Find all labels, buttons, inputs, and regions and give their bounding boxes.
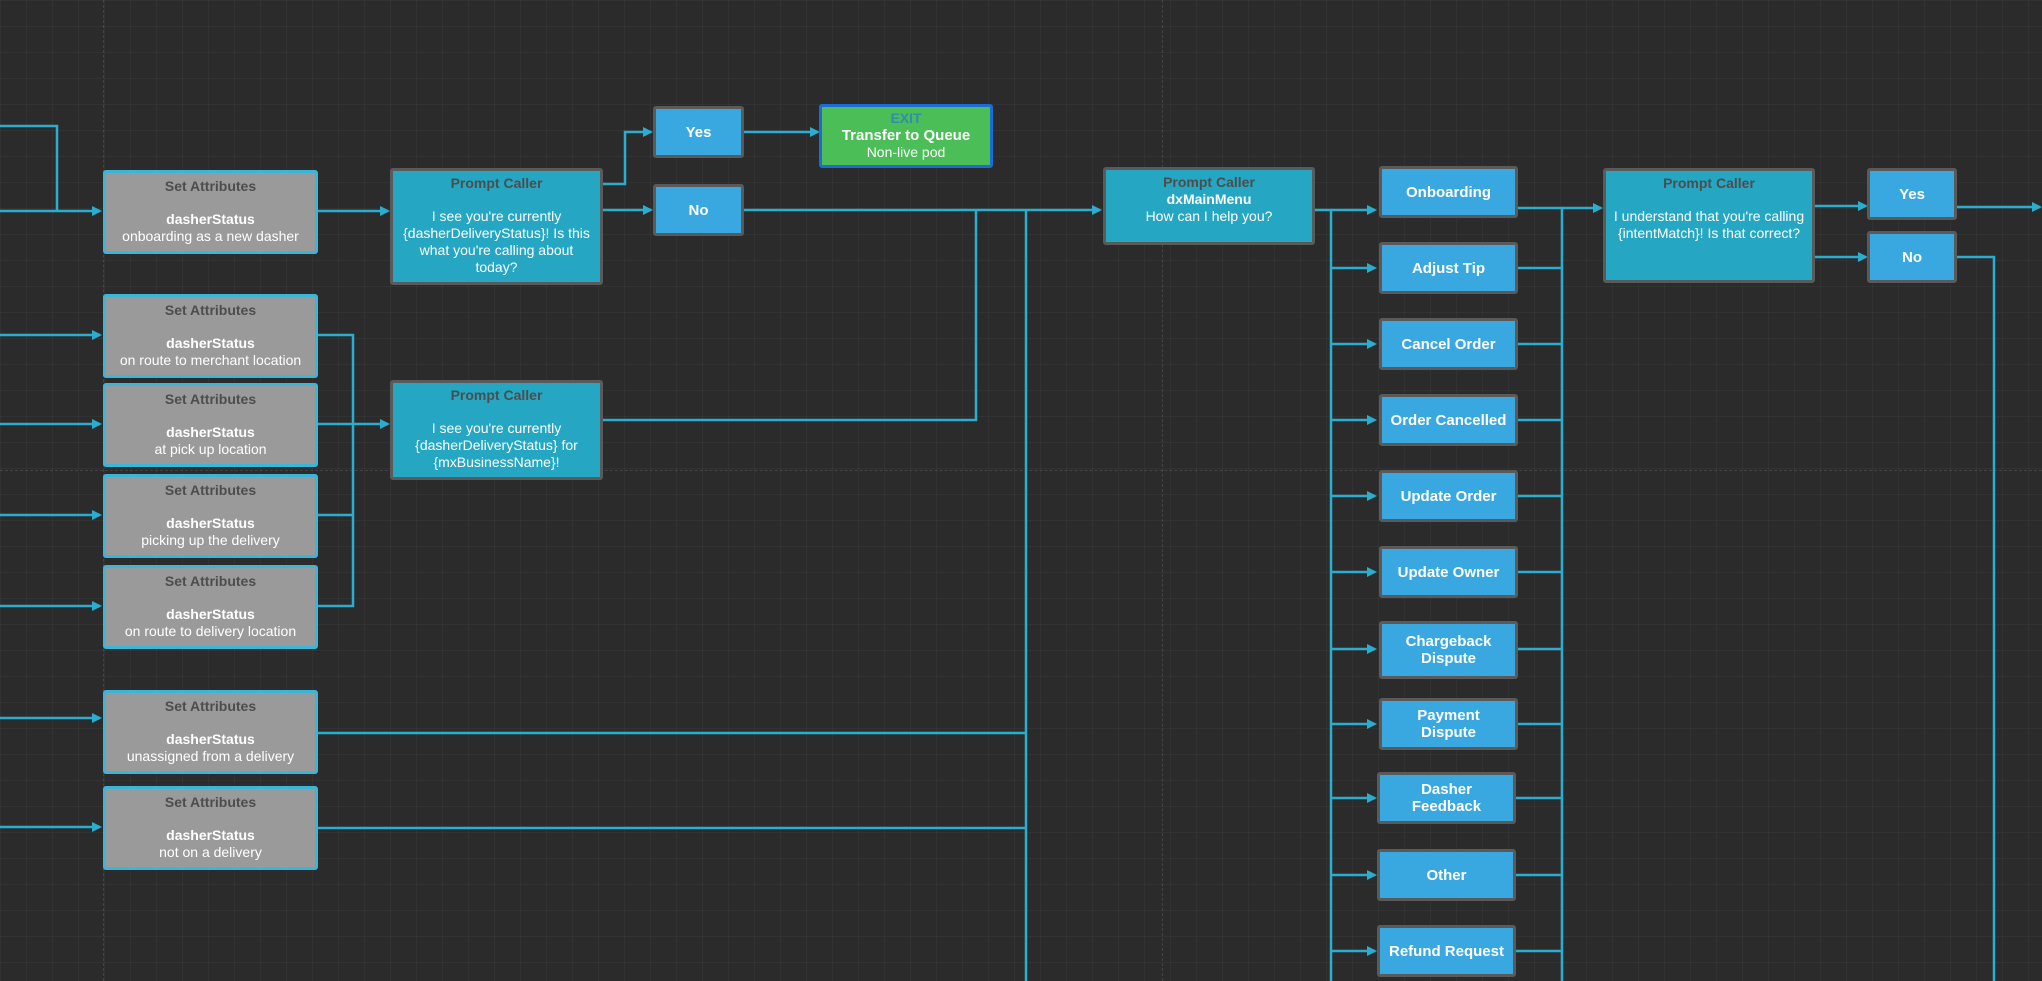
prompt-caller-node[interactable]: Prompt Caller I see you're currently {da… bbox=[390, 168, 603, 285]
connector bbox=[1516, 206, 1564, 981]
exit-transfer-node[interactable]: EXIT Transfer to Queue Non-live pod bbox=[819, 104, 993, 168]
menu-option-dasher-feedback[interactable]: Dasher Feedback bbox=[1377, 772, 1516, 824]
prompt-text: I understand that you're calling {intent… bbox=[1613, 208, 1805, 241]
node-header: Set Attributes bbox=[164, 573, 257, 589]
set-attributes-node[interactable]: Set Attributes dasherStatus on route to … bbox=[103, 565, 318, 649]
menu-option-adjust-tip[interactable]: Adjust Tip bbox=[1379, 242, 1518, 294]
no-branch-button[interactable]: No bbox=[653, 184, 744, 236]
set-attributes-node[interactable]: Set Attributes dasherStatus unassigned f… bbox=[103, 690, 318, 774]
node-header: EXIT bbox=[890, 110, 922, 126]
attribute-key: dasherStatus bbox=[166, 335, 255, 351]
set-attributes-node[interactable]: Set Attributes dasherStatus on route to … bbox=[103, 294, 318, 378]
confirm-intent-prompt-node[interactable]: Prompt Caller I understand that you're c… bbox=[1603, 168, 1815, 283]
attribute-value: onboarding as a new dasher bbox=[122, 228, 299, 244]
node-header: Prompt Caller bbox=[450, 387, 543, 403]
connector bbox=[1315, 208, 1333, 981]
attribute-value: picking up the delivery bbox=[141, 532, 280, 548]
exit-title: Transfer to Queue bbox=[841, 127, 971, 144]
connector bbox=[318, 333, 355, 608]
prompt-text: I see you're currently {dasherDeliverySt… bbox=[403, 208, 590, 275]
attribute-key: dasherStatus bbox=[166, 827, 255, 843]
menu-option-payment-dispute[interactable]: Payment Dispute bbox=[1379, 698, 1518, 750]
attribute-value: unassigned from a delivery bbox=[126, 748, 295, 764]
node-header: Set Attributes bbox=[164, 794, 257, 810]
node-header: Set Attributes bbox=[164, 482, 257, 498]
attribute-key: dasherStatus bbox=[166, 515, 255, 531]
exit-subtitle: Non-live pod bbox=[866, 144, 946, 160]
flow-canvas: Set Attributes dasherStatus onboarding a… bbox=[0, 0, 2042, 981]
no-branch-button[interactable]: No bbox=[1867, 231, 1957, 283]
node-header: Prompt Caller bbox=[1663, 175, 1755, 191]
yes-branch-button[interactable]: Yes bbox=[1867, 168, 1957, 220]
menu-option-order-cancelled[interactable]: Order Cancelled bbox=[1379, 394, 1518, 446]
prompt-caller-node[interactable]: Prompt Caller I see you're currently {da… bbox=[390, 380, 603, 480]
menu-option-chargeback-dispute[interactable]: Chargeback Dispute bbox=[1379, 621, 1518, 679]
yes-branch-button[interactable]: Yes bbox=[653, 106, 744, 158]
menu-option-update-owner[interactable]: Update Owner bbox=[1379, 546, 1518, 598]
attribute-value: on route to merchant location bbox=[119, 352, 302, 368]
menu-option-update-order[interactable]: Update Order bbox=[1379, 470, 1518, 522]
set-attributes-node[interactable]: Set Attributes dasherStatus not on a del… bbox=[103, 786, 318, 870]
node-header: Set Attributes bbox=[164, 302, 257, 318]
connector bbox=[603, 210, 978, 422]
menu-option-refund-request[interactable]: Refund Request bbox=[1377, 925, 1516, 977]
set-attributes-node[interactable]: Set Attributes dasherStatus at pick up l… bbox=[103, 383, 318, 467]
node-header: Prompt Caller bbox=[1163, 174, 1255, 190]
connector bbox=[0, 124, 59, 211]
menu-option-cancel-order[interactable]: Cancel Order bbox=[1379, 318, 1518, 370]
attribute-value: not on a delivery bbox=[159, 844, 262, 860]
node-header: Prompt Caller bbox=[450, 175, 543, 191]
connector bbox=[603, 127, 653, 186]
set-attributes-node[interactable]: Set Attributes dasherStatus onboarding a… bbox=[103, 170, 318, 254]
attribute-key: dasherStatus bbox=[166, 606, 255, 622]
menu-option-other[interactable]: Other bbox=[1377, 849, 1516, 901]
attribute-key: dasherStatus bbox=[166, 211, 255, 227]
attribute-value: at pick up location bbox=[154, 441, 267, 457]
attribute-value: on route to delivery location bbox=[124, 623, 297, 639]
attribute-key: dasherStatus bbox=[166, 731, 255, 747]
prompt-name: dxMainMenu bbox=[1166, 191, 1252, 207]
attribute-key: dasherStatus bbox=[166, 424, 255, 440]
set-attributes-node[interactable]: Set Attributes dasherStatus picking up t… bbox=[103, 474, 318, 558]
prompt-text: How can I help you? bbox=[1145, 208, 1273, 224]
node-header: Set Attributes bbox=[164, 698, 257, 714]
node-header: Set Attributes bbox=[164, 391, 257, 407]
main-menu-prompt-node[interactable]: Prompt Caller dxMainMenu How can I help … bbox=[1103, 167, 1315, 245]
connector bbox=[1957, 255, 1996, 981]
node-header: Set Attributes bbox=[164, 178, 257, 194]
menu-option-onboarding[interactable]: Onboarding bbox=[1379, 166, 1518, 218]
prompt-text: I see you're currently {dasherDeliverySt… bbox=[415, 420, 578, 470]
